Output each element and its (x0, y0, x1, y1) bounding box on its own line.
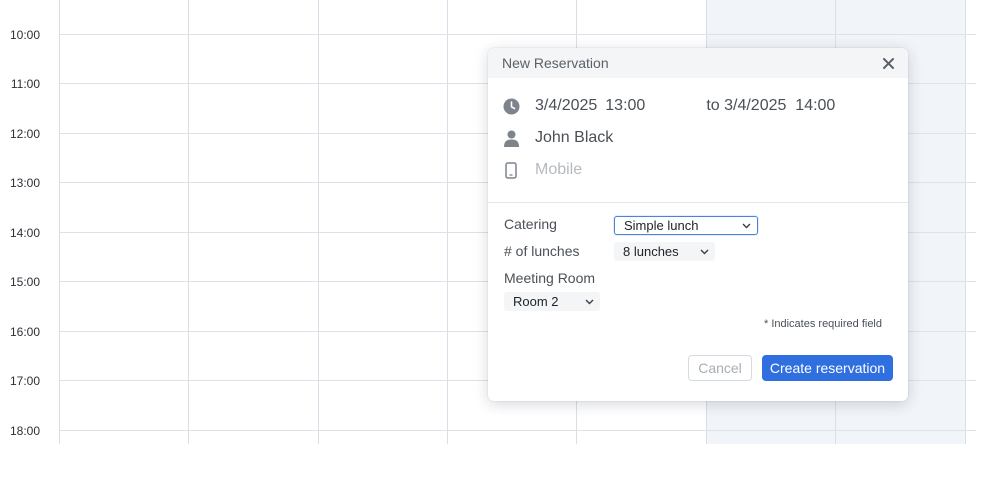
time-label-18: 18:00 (9, 424, 40, 438)
time-label-12: 12:00 (9, 127, 40, 141)
mobile-input[interactable]: Mobile (535, 161, 582, 179)
clock-icon (502, 97, 520, 115)
day-divider (447, 0, 448, 444)
dialog-header: New Reservation (488, 48, 908, 78)
hour-line (59, 34, 976, 35)
time-label-15: 15:00 (9, 275, 40, 289)
person-icon (502, 129, 520, 147)
catering-select[interactable]: Simple lunch (614, 216, 758, 235)
lunches-value: 8 lunches (623, 244, 679, 259)
meeting-room-label: Meeting Room (504, 270, 596, 286)
catering-label: Catering (504, 216, 557, 232)
cancel-button[interactable]: Cancel (688, 355, 752, 381)
time-label-11: 11:00 (10, 77, 40, 91)
meeting-room-value: Room 2 (513, 294, 559, 309)
time-label-13: 13:00 (9, 176, 40, 190)
time-label-10: 10:00 (9, 28, 40, 42)
day-divider (59, 0, 60, 444)
day-divider (318, 0, 319, 444)
start-time[interactable]: 13:00 (605, 97, 645, 115)
person-name[interactable]: John Black (535, 129, 613, 147)
chevron-down-icon (741, 221, 751, 231)
end-datetime[interactable]: to 3/4/2025 14:00 (706, 97, 835, 115)
dialog-title: New Reservation (502, 55, 609, 71)
chevron-down-icon (699, 247, 709, 257)
lunches-label: # of lunches (504, 243, 580, 259)
time-label-16: 16:00 (9, 325, 40, 339)
time-label-17: 17:00 (9, 374, 40, 388)
start-date[interactable]: 3/4/2025 (535, 97, 597, 115)
close-icon[interactable] (880, 55, 896, 71)
new-reservation-dialog: New Reservation 3/4/2025 13:00 to 3/4/20… (488, 48, 908, 401)
catering-value: Simple lunch (624, 218, 699, 233)
mobile-row[interactable]: Mobile (502, 159, 582, 181)
time-label-14: 14:00 (9, 226, 40, 240)
create-reservation-button[interactable]: Create reservation (762, 355, 893, 381)
chevron-down-icon (584, 297, 594, 307)
meeting-room-select[interactable]: Room 2 (504, 292, 600, 311)
person-row[interactable]: John Black (502, 127, 613, 149)
lunches-select[interactable]: 8 lunches (614, 242, 715, 261)
dialog-divider (488, 202, 908, 203)
mobile-phone-icon (502, 161, 520, 179)
day-divider (965, 0, 966, 444)
datetime-row[interactable]: 3/4/2025 13:00 to 3/4/2025 14:00 (502, 95, 835, 117)
hour-line (59, 430, 976, 431)
day-divider (188, 0, 189, 444)
required-field-note: * Indicates required field (763, 318, 882, 330)
